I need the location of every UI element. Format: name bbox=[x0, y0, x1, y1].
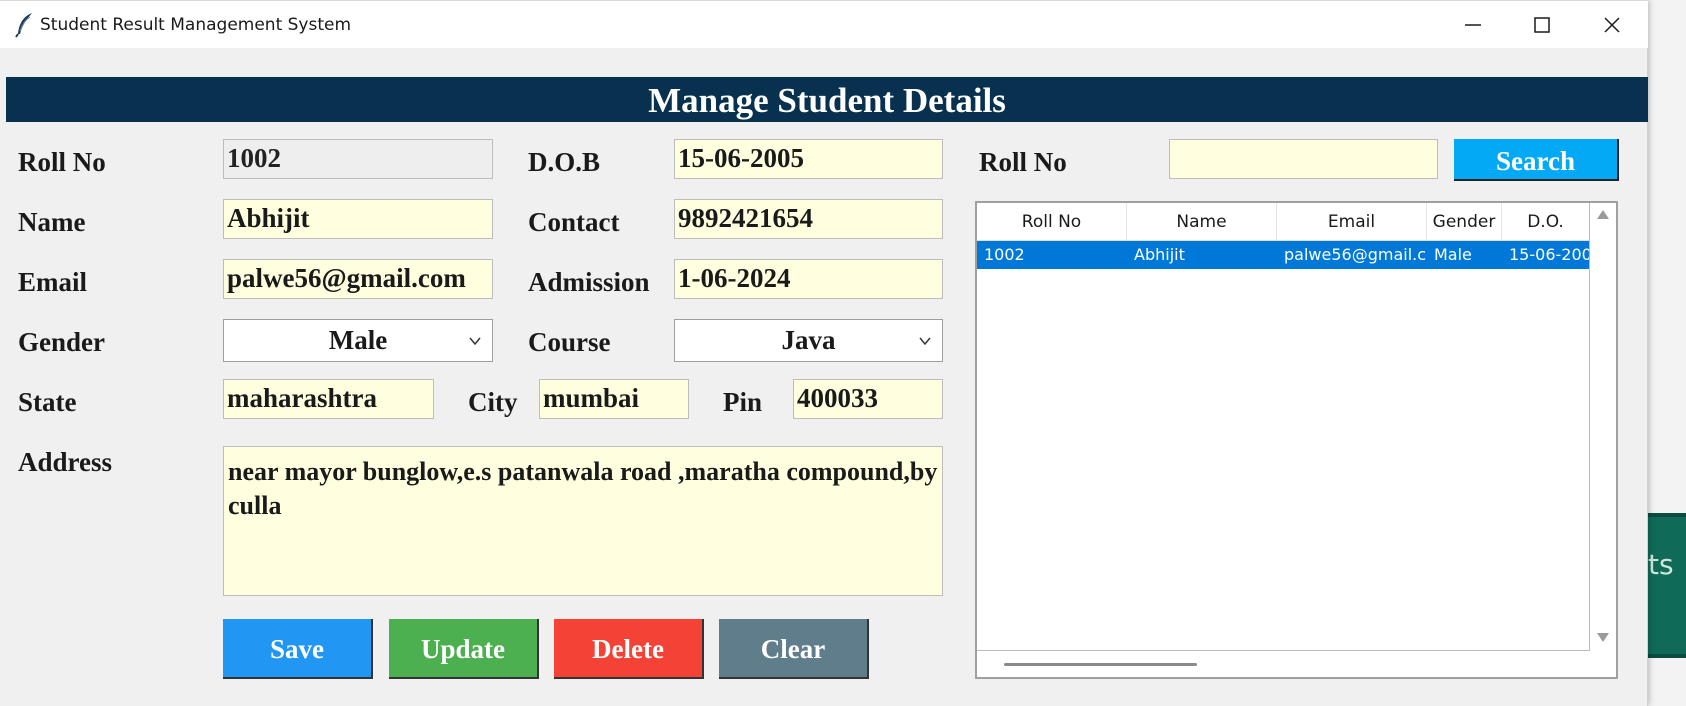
vertical-scrollbar[interactable] bbox=[1590, 203, 1616, 651]
table-header: Roll No Name Email Gender D.O. bbox=[977, 203, 1589, 241]
gender-select[interactable]: Male bbox=[223, 319, 493, 362]
cell-roll-no: 1002 bbox=[984, 245, 1025, 264]
app-window: Student Result Management System Manage … bbox=[0, 0, 1648, 706]
roll-no-field[interactable]: 1002 bbox=[223, 139, 493, 179]
maximize-button[interactable] bbox=[1508, 1, 1578, 49]
chevron-down-icon bbox=[469, 337, 481, 346]
column-header-email[interactable]: Email bbox=[1277, 203, 1427, 241]
column-header-gender[interactable]: Gender bbox=[1427, 203, 1502, 241]
close-button[interactable] bbox=[1578, 1, 1648, 49]
cell-email: palwe56@gmail.c bbox=[1284, 245, 1427, 264]
contact-label: Contact bbox=[528, 207, 620, 237]
update-button[interactable]: Update bbox=[389, 619, 539, 679]
clear-button[interactable]: Clear bbox=[719, 619, 869, 679]
header-bar: Manage Student Details bbox=[6, 77, 1648, 122]
background-panel bbox=[1648, 513, 1686, 658]
delete-button[interactable]: Delete bbox=[554, 619, 704, 679]
search-roll-no-label: Roll No bbox=[979, 147, 1067, 177]
course-label: Course bbox=[528, 327, 611, 357]
dob-field[interactable]: 15-06-2005 bbox=[674, 139, 943, 179]
maximize-icon bbox=[1534, 17, 1550, 33]
state-field[interactable]: maharashtra bbox=[223, 379, 434, 419]
state-label: State bbox=[18, 387, 77, 417]
cell-name: Abhijit bbox=[1134, 245, 1185, 264]
pin-label: Pin bbox=[723, 387, 763, 417]
cell-gender: Male bbox=[1434, 245, 1472, 264]
column-header-name[interactable]: Name bbox=[1127, 203, 1277, 241]
name-field[interactable]: Abhijit bbox=[223, 199, 493, 239]
column-header-dob[interactable]: D.O. bbox=[1502, 203, 1589, 241]
background-partial-text: ts bbox=[1648, 548, 1674, 581]
email-label: Email bbox=[18, 267, 88, 297]
admission-field[interactable]: 1-06-2024 bbox=[674, 259, 943, 299]
address-label: Address bbox=[18, 447, 113, 477]
email-field[interactable]: palwe56@gmail.com bbox=[223, 259, 493, 299]
gender-label: Gender bbox=[18, 327, 105, 357]
save-button[interactable]: Save bbox=[223, 619, 373, 679]
table-body: Roll No Name Email Gender D.O. 1002 Abhi… bbox=[977, 203, 1590, 651]
minimize-button[interactable] bbox=[1439, 1, 1509, 49]
page-title: Manage Student Details bbox=[648, 81, 1006, 120]
city-label: City bbox=[468, 387, 518, 417]
horizontal-scroll-thumb[interactable] bbox=[1004, 663, 1197, 666]
table-row[interactable]: 1002 Abhijit palwe56@gmail.c Male 15-06-… bbox=[977, 241, 1589, 269]
scroll-up-arrow-icon[interactable] bbox=[1597, 210, 1609, 219]
minimize-icon bbox=[1465, 24, 1481, 26]
roll-no-label: Roll No bbox=[18, 147, 106, 177]
course-select[interactable]: Java bbox=[674, 319, 943, 362]
student-table[interactable]: Roll No Name Email Gender D.O. 1002 Abhi… bbox=[975, 201, 1618, 679]
city-field[interactable]: mumbai bbox=[539, 379, 689, 419]
scroll-down-arrow-icon[interactable] bbox=[1597, 633, 1609, 642]
cell-dob: 15-06-2005 bbox=[1509, 245, 1589, 264]
search-button[interactable]: Search bbox=[1454, 139, 1619, 181]
name-label: Name bbox=[18, 207, 86, 237]
course-selected-value: Java bbox=[781, 325, 836, 355]
window-title: Student Result Management System bbox=[40, 15, 352, 35]
search-input[interactable] bbox=[1169, 139, 1438, 179]
title-bar[interactable]: Student Result Management System bbox=[0, 0, 1648, 48]
contact-field[interactable]: 9892421654 bbox=[674, 199, 943, 239]
dob-label: D.O.B bbox=[528, 147, 601, 177]
chevron-down-icon bbox=[919, 337, 931, 346]
gender-selected-value: Male bbox=[328, 325, 388, 355]
admission-label: Admission bbox=[528, 267, 650, 297]
pin-field[interactable]: 400033 bbox=[793, 379, 943, 419]
address-textarea[interactable]: near mayor bunglow,e.s patanwala road ,m… bbox=[223, 446, 943, 596]
feather-icon bbox=[15, 13, 32, 38]
close-icon bbox=[1604, 17, 1620, 33]
column-header-roll-no[interactable]: Roll No bbox=[977, 203, 1127, 241]
horizontal-scrollbar[interactable] bbox=[977, 651, 1616, 677]
